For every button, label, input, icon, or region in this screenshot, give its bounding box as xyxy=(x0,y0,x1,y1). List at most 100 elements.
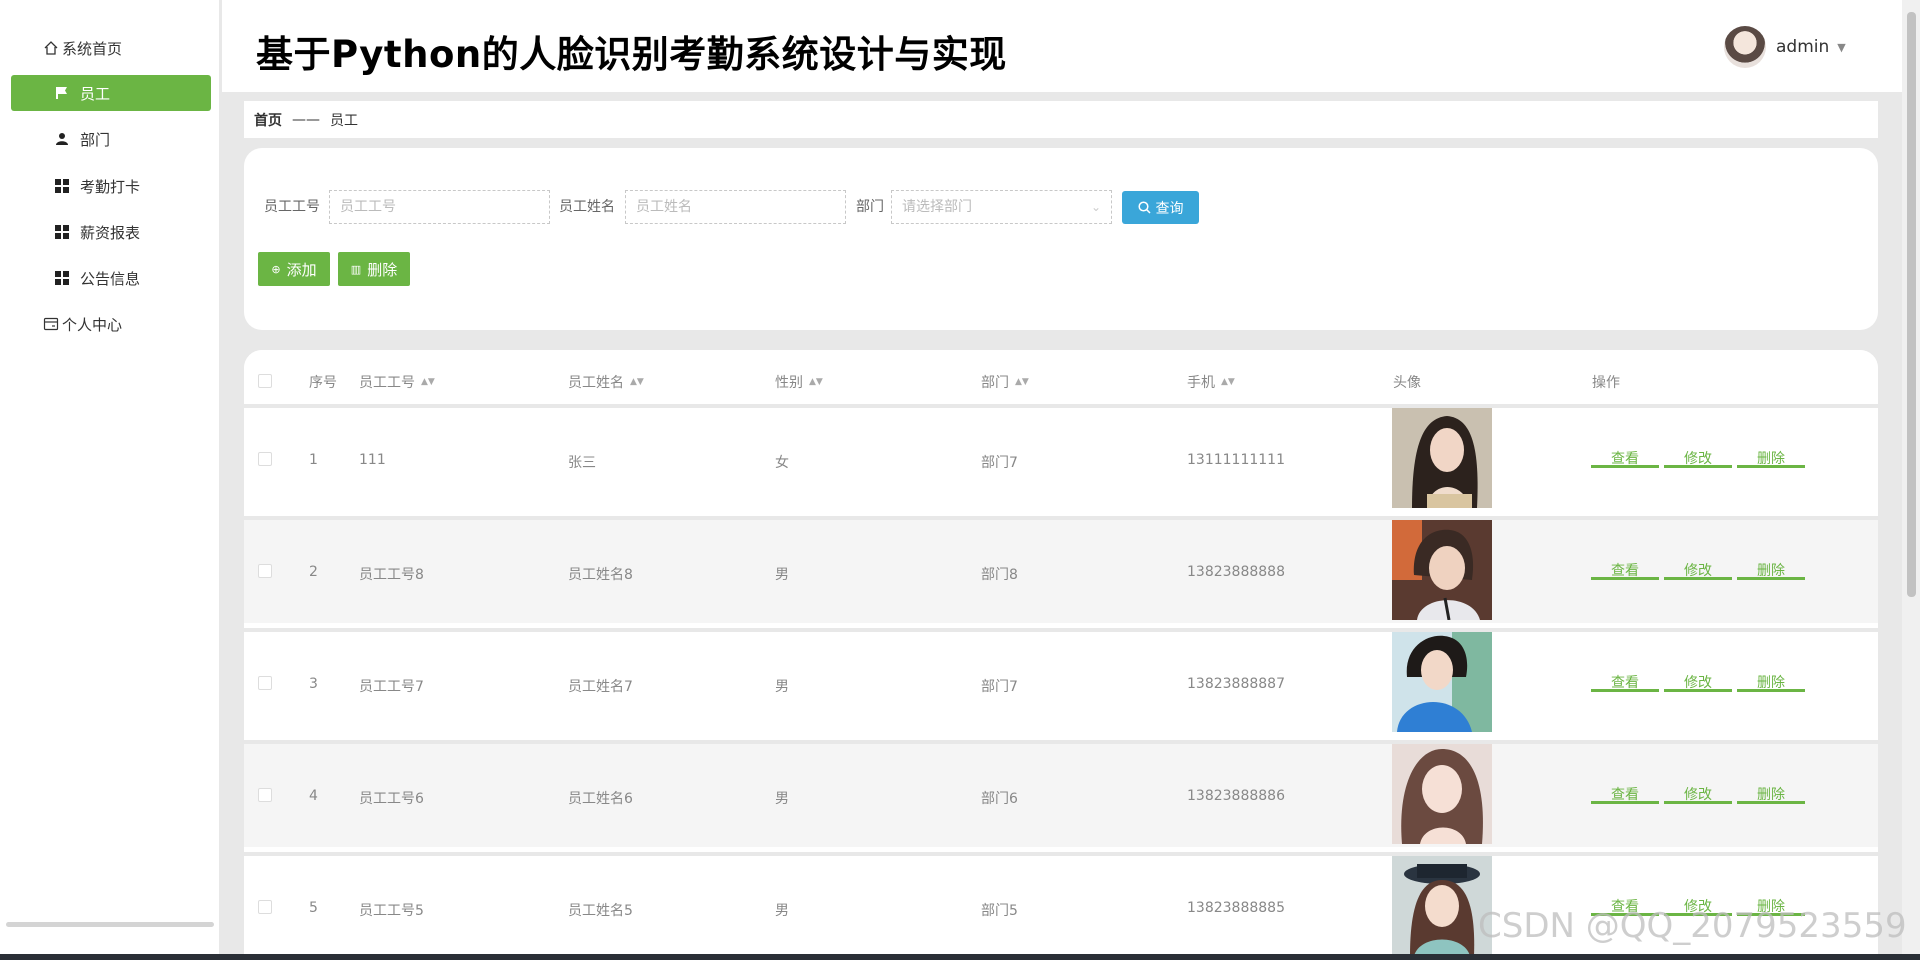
user-menu[interactable]: admin ▼ xyxy=(1724,26,1846,68)
edit-button[interactable]: 修改 xyxy=(1664,448,1732,468)
sidebar-item-label: 部门 xyxy=(80,130,111,149)
sidebar-item-profile[interactable]: 个人中心 xyxy=(11,306,211,342)
cell-gender: 女 xyxy=(775,455,789,471)
breadcrumb-home[interactable]: 首页 xyxy=(254,110,282,130)
sort-icon[interactable]: ▲▼ xyxy=(1015,378,1029,387)
employee-photo xyxy=(1392,744,1492,844)
row-delete-button[interactable]: 删除 xyxy=(1737,448,1805,468)
cell-dept: 部门8 xyxy=(981,567,1018,583)
employee-table: 序号 员工工号 ▲▼ 员工姓名 ▲▼ 性别 ▲▼ 部门 ▲▼ 手机 ▲▼ 头像 操作 1 … xyxy=(244,350,1878,960)
cell-emp-name: 员工姓名7 xyxy=(568,679,633,695)
employee-photo xyxy=(1392,520,1492,620)
cell-emp-no: 员工工号6 xyxy=(359,791,424,807)
plus-circle-icon: ⊕ xyxy=(271,262,281,276)
cell-dept: 部门7 xyxy=(981,455,1018,471)
search-icon xyxy=(1137,201,1151,214)
header-phone[interactable]: 手机 ▲▼ xyxy=(1187,372,1235,392)
cell-emp-name: 员工姓名8 xyxy=(568,567,633,583)
header-index-label: 序号 xyxy=(309,375,337,391)
cell-dept: 部门6 xyxy=(981,791,1018,807)
view-button[interactable]: 查看 xyxy=(1591,448,1659,468)
employee-photo xyxy=(1392,632,1492,732)
sort-icon[interactable]: ▲▼ xyxy=(1221,378,1235,387)
row-checkbox[interactable] xyxy=(258,900,272,914)
cell-phone: 13823888887 xyxy=(1187,676,1285,692)
cell-index: 2 xyxy=(309,564,318,580)
view-button[interactable]: 查看 xyxy=(1591,560,1659,580)
add-label: 添加 xyxy=(286,260,317,279)
view-button[interactable]: 查看 xyxy=(1591,784,1659,804)
page-scrollbar[interactable] xyxy=(1902,0,1920,960)
search-panel: 员工工号 员工姓名 部门 请选择部门 ⌄ 查询 ⊕ 添加 ▥ 删除 xyxy=(244,148,1878,330)
sidebar-item-label: 考勤打卡 xyxy=(80,177,141,196)
sidebar-item-home[interactable]: 系统首页 xyxy=(11,30,211,66)
sidebar-item-label: 个人中心 xyxy=(62,315,123,334)
avatar[interactable] xyxy=(1724,26,1766,68)
header: 基于Python的人脸识别考勤系统设计与实现 admin ▼ xyxy=(222,0,1902,92)
chevron-down-icon: ⌄ xyxy=(1090,200,1101,214)
sidebar-item-attendance[interactable]: 考勤打卡 xyxy=(11,168,211,204)
header-emp-no[interactable]: 员工工号 ▲▼ xyxy=(359,372,435,392)
row-delete-button[interactable]: 删除 xyxy=(1737,784,1805,804)
employee-photo xyxy=(1392,856,1492,956)
cell-emp-no: 员工工号5 xyxy=(359,903,424,919)
row-checkbox[interactable] xyxy=(258,564,272,578)
sidebar: 系统首页 员工 部门 考勤打卡 薪资报表 公告信息 个人中心 xyxy=(0,0,219,960)
sidebar-item-employee[interactable]: 员工 xyxy=(11,75,211,111)
select-all-checkbox[interactable] xyxy=(258,374,272,388)
delete-button[interactable]: ▥ 删除 xyxy=(338,252,410,286)
employee-photo xyxy=(1392,408,1492,508)
sort-icon[interactable]: ▲▼ xyxy=(809,378,823,387)
dept-select[interactable]: 请选择部门 ⌄ xyxy=(891,190,1112,224)
dept-label: 部门 xyxy=(856,199,884,215)
page-title: 基于Python的人脸识别考勤系统设计与实现 xyxy=(256,33,1007,76)
chevron-down-icon[interactable]: ▼ xyxy=(1837,41,1845,54)
query-button[interactable]: 查询 xyxy=(1122,191,1199,224)
edit-button[interactable]: 修改 xyxy=(1664,784,1732,804)
user-name[interactable]: admin xyxy=(1776,37,1829,57)
view-button[interactable]: 查看 xyxy=(1591,672,1659,692)
row-delete-button[interactable]: 删除 xyxy=(1737,672,1805,692)
sort-icon[interactable]: ▲▼ xyxy=(421,378,435,387)
edit-button[interactable]: 修改 xyxy=(1664,672,1732,692)
flag-icon xyxy=(54,85,70,101)
row-checkbox[interactable] xyxy=(258,788,272,802)
cell-index: 1 xyxy=(309,452,318,468)
sidebar-item-salary[interactable]: 薪资报表 xyxy=(11,214,211,250)
header-gender-label: 性别 xyxy=(775,375,803,391)
cell-phone: 13823888888 xyxy=(1187,564,1285,580)
breadcrumb-current: 员工 xyxy=(330,112,358,129)
delete-label: 删除 xyxy=(367,260,398,279)
cell-phone: 13823888886 xyxy=(1187,788,1285,804)
breadcrumb: 首页 —— 员工 xyxy=(244,101,1878,138)
header-gender[interactable]: 性别 ▲▼ xyxy=(775,372,823,392)
cell-dept: 部门5 xyxy=(981,903,1018,919)
edit-button[interactable]: 修改 xyxy=(1664,560,1732,580)
cell-emp-no: 员工工号8 xyxy=(359,567,424,583)
sort-icon[interactable]: ▲▼ xyxy=(630,378,644,387)
row-checkbox[interactable] xyxy=(258,452,272,466)
table-header: 序号 员工工号 ▲▼ 员工姓名 ▲▼ 性别 ▲▼ 部门 ▲▼ 手机 ▲▼ 头像 操作 xyxy=(244,350,1878,404)
sidebar-item-label: 薪资报表 xyxy=(80,223,141,242)
table-row: 1 111 张三 女 部门7 13111111111 查看 修改 删除 xyxy=(244,404,1878,511)
cell-index: 4 xyxy=(309,788,318,804)
sidebar-scrollbar[interactable] xyxy=(6,922,214,927)
emp-name-input[interactable] xyxy=(625,190,846,224)
person-icon xyxy=(54,131,70,147)
header-dept[interactable]: 部门 ▲▼ xyxy=(981,372,1029,392)
header-emp-no-label: 员工工号 xyxy=(359,375,415,391)
scrollbar-thumb[interactable] xyxy=(1907,12,1916,597)
row-delete-button[interactable]: 删除 xyxy=(1737,560,1805,580)
sidebar-item-notice[interactable]: 公告信息 xyxy=(11,260,211,296)
home-icon xyxy=(43,40,59,56)
header-avatar: 头像 xyxy=(1393,372,1421,392)
add-button[interactable]: ⊕ 添加 xyxy=(258,252,330,286)
emp-no-input[interactable] xyxy=(329,190,550,224)
cell-emp-no: 员工工号7 xyxy=(359,679,424,695)
row-checkbox[interactable] xyxy=(258,676,272,690)
cell-phone: 13823888885 xyxy=(1187,900,1285,916)
cell-emp-name: 员工姓名5 xyxy=(568,903,633,919)
header-dept-label: 部门 xyxy=(981,375,1009,391)
sidebar-item-department[interactable]: 部门 xyxy=(11,121,211,157)
header-emp-name[interactable]: 员工姓名 ▲▼ xyxy=(568,372,644,392)
